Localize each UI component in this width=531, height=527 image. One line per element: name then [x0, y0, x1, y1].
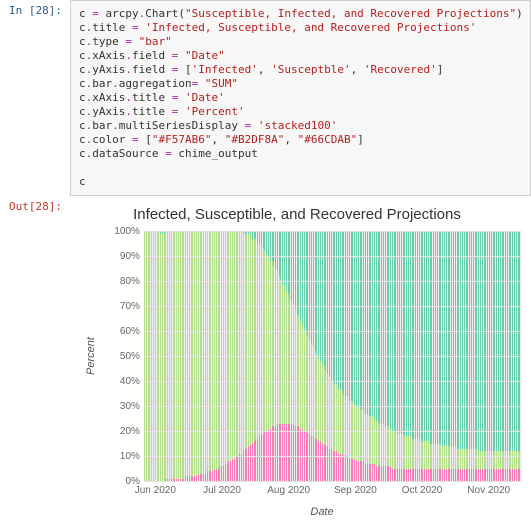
- x-tick: Oct 2020: [389, 485, 456, 496]
- x-tick: Nov 2020: [455, 485, 522, 496]
- y-axis-ticks: 100%90%80%70%60%50%40%30%20%10%0%: [110, 231, 144, 481]
- y-axis-label: Percent: [72, 231, 110, 481]
- notebook: In [28]: c = arcpy.Chart("Susceptible, I…: [0, 0, 531, 522]
- plot-area: [144, 231, 522, 481]
- output-area: Infected, Susceptible, and Recovered Pro…: [70, 196, 531, 522]
- input-cell: In [28]: c = arcpy.Chart("Susceptible, I…: [0, 0, 531, 196]
- chart: Infected, Susceptible, and Recovered Pro…: [72, 200, 522, 522]
- code-editor[interactable]: c = arcpy.Chart("Susceptible, Infected, …: [70, 0, 531, 196]
- x-tick: Sep 2020: [322, 485, 389, 496]
- output-cell: Out[28]: Infected, Susceptible, and Reco…: [0, 196, 531, 522]
- code-content: c = arcpy.Chart("Susceptible, Infected, …: [79, 7, 523, 188]
- chart-body: Percent 100%90%80%70%60%50%40%30%20%10%0…: [72, 231, 522, 481]
- x-axis-ticks: Jun 2020Jul 2020Aug 2020Sep 2020Oct 2020…: [122, 481, 522, 496]
- input-prompt: In [28]:: [0, 0, 70, 196]
- output-prompt: Out[28]:: [0, 196, 70, 522]
- x-tick: Aug 2020: [255, 485, 322, 496]
- x-axis-label: Date: [122, 496, 522, 522]
- x-tick: Jul 2020: [189, 485, 256, 496]
